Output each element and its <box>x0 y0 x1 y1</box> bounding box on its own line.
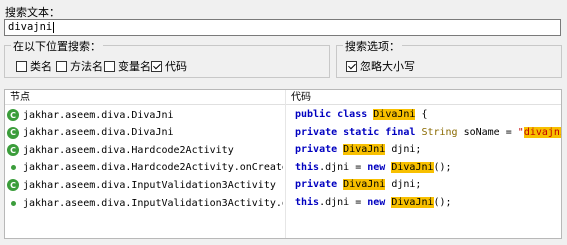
code-token: { <box>415 109 428 120</box>
code-cell[interactable]: this.djni = new DivaJni(); <box>295 159 452 177</box>
checkbox-variable-name-box[interactable] <box>104 60 115 72</box>
node-text: jakhar.aseem.diva.DivaJni <box>23 127 174 139</box>
node-cell[interactable]: jakhar.aseem.diva.Hardcode2Activity.onCr… <box>7 159 283 177</box>
search-input-value: divajni <box>8 21 53 33</box>
node-cell[interactable]: Cjakhar.aseem.diva.InputValidation3Activ… <box>7 176 283 194</box>
match-highlight: DivaJni <box>391 197 434 208</box>
checkbox-method-name[interactable]: 方法名 <box>56 58 103 74</box>
code-cell[interactable]: private static final String soName = "di… <box>295 124 561 142</box>
table-row[interactable]: jakhar.aseem.diva.Hardcode2Activity.onCr… <box>5 159 561 177</box>
checkbox-ignore-case[interactable]: 忽略大小写 <box>346 58 415 74</box>
column-header-node[interactable]: 节点 <box>5 90 285 105</box>
code-token: soName = <box>457 126 518 138</box>
code-cell[interactable]: public class DivaJni { <box>295 106 427 124</box>
checkbox-class-name-box[interactable] <box>16 60 27 72</box>
search-text-label: 搜索文本： <box>5 7 60 19</box>
search-location-group: 在以下位置搜索： 类名 方法名 变量名 代码 <box>4 38 330 78</box>
node-cell[interactable]: Cjakhar.aseem.diva.DivaJni <box>7 106 283 124</box>
search-options-title: 搜索选项： <box>343 38 402 54</box>
node-cell[interactable]: Cjakhar.aseem.diva.Hardcode2Activity <box>7 141 283 159</box>
results-table: 节点 代码 Cjakhar.aseem.diva.DivaJni public c… <box>4 89 562 239</box>
code-token: djni; <box>385 144 422 156</box>
text-caret <box>53 21 55 33</box>
code-cell[interactable]: private DivaJni djni; <box>295 176 421 194</box>
checkbox-variable-name-label: 变量名 <box>118 61 151 73</box>
code-token: String <box>421 126 458 138</box>
checkbox-class-name[interactable]: 类名 <box>16 58 52 74</box>
code-token: private static final <box>295 126 422 138</box>
class-icon: C <box>7 126 19 139</box>
checkbox-ignore-case-box[interactable] <box>346 60 357 72</box>
code-token: private <box>295 179 344 191</box>
method-icon <box>7 197 19 209</box>
node-cell[interactable]: jakhar.aseem.diva.InputValidation3Activi… <box>7 194 283 212</box>
table-row[interactable]: Cjakhar.aseem.diva.DivaJni public class D… <box>5 106 561 124</box>
checkbox-method-name-box[interactable] <box>56 60 67 72</box>
search-location-title: 在以下位置搜索： <box>11 38 103 54</box>
code-token: djni; <box>385 179 422 191</box>
match-highlight: DivaJni <box>343 179 386 191</box>
checkbox-code-box[interactable] <box>151 60 162 72</box>
code-cell[interactable]: private DivaJni djni; <box>295 141 421 159</box>
code-token: public class <box>295 109 374 120</box>
table-row[interactable]: jakhar.aseem.diva.InputValidation3Activi… <box>5 194 561 212</box>
table-row[interactable]: Cjakhar.aseem.diva.InputValidation3Activ… <box>5 176 561 194</box>
node-text: jakhar.aseem.diva.InputValidation3Activi… <box>23 179 276 191</box>
node-text: jakhar.aseem.diva.Hardcode2Activity.onCr… <box>23 162 283 174</box>
checkbox-class-name-label: 类名 <box>30 61 52 73</box>
code-cell[interactable]: this.djni = new DivaJni(); <box>295 194 452 212</box>
match-highlight: DivaJni <box>343 144 386 156</box>
node-text: jakhar.aseem.diva.DivaJni <box>23 109 174 121</box>
checkbox-code-label: 代码 <box>165 61 187 73</box>
column-header-code[interactable]: 代码 <box>286 90 561 105</box>
code-token: (); <box>433 197 452 208</box>
checkbox-variable-name[interactable]: 变量名 <box>104 58 151 74</box>
search-input[interactable]: divajni <box>4 19 561 36</box>
checkbox-method-name-label: 方法名 <box>70 61 103 73</box>
code-token: this <box>295 197 320 208</box>
node-text: jakhar.aseem.diva.InputValidation3Activi… <box>23 197 283 209</box>
class-icon: C <box>7 144 19 157</box>
search-options-group: 搜索选项： 忽略大小写 <box>336 38 562 78</box>
code-token: new <box>367 197 392 208</box>
class-icon: C <box>7 179 19 192</box>
code-token: this <box>295 161 320 173</box>
code-token: (); <box>433 161 452 173</box>
code-token: " <box>517 126 524 138</box>
node-cell[interactable]: Cjakhar.aseem.diva.DivaJni <box>7 124 283 142</box>
match-highlight: DivaJni <box>373 109 416 120</box>
code-token: .djni = <box>319 197 368 208</box>
method-icon <box>7 162 19 174</box>
class-icon: C <box>7 109 19 121</box>
table-row[interactable]: Cjakhar.aseem.diva.DivaJni private static… <box>5 124 561 142</box>
checkbox-ignore-case-label: 忽略大小写 <box>360 61 415 73</box>
code-token: new <box>367 161 392 173</box>
table-row[interactable]: Cjakhar.aseem.diva.Hardcode2Activity priv… <box>5 141 561 159</box>
checkbox-code[interactable]: 代码 <box>151 58 187 74</box>
match-highlight: divajni <box>523 126 561 138</box>
code-token: .djni = <box>319 161 368 173</box>
match-highlight: DivaJni <box>391 161 434 173</box>
code-token: private <box>295 144 344 156</box>
node-text: jakhar.aseem.diva.Hardcode2Activity <box>23 144 234 156</box>
